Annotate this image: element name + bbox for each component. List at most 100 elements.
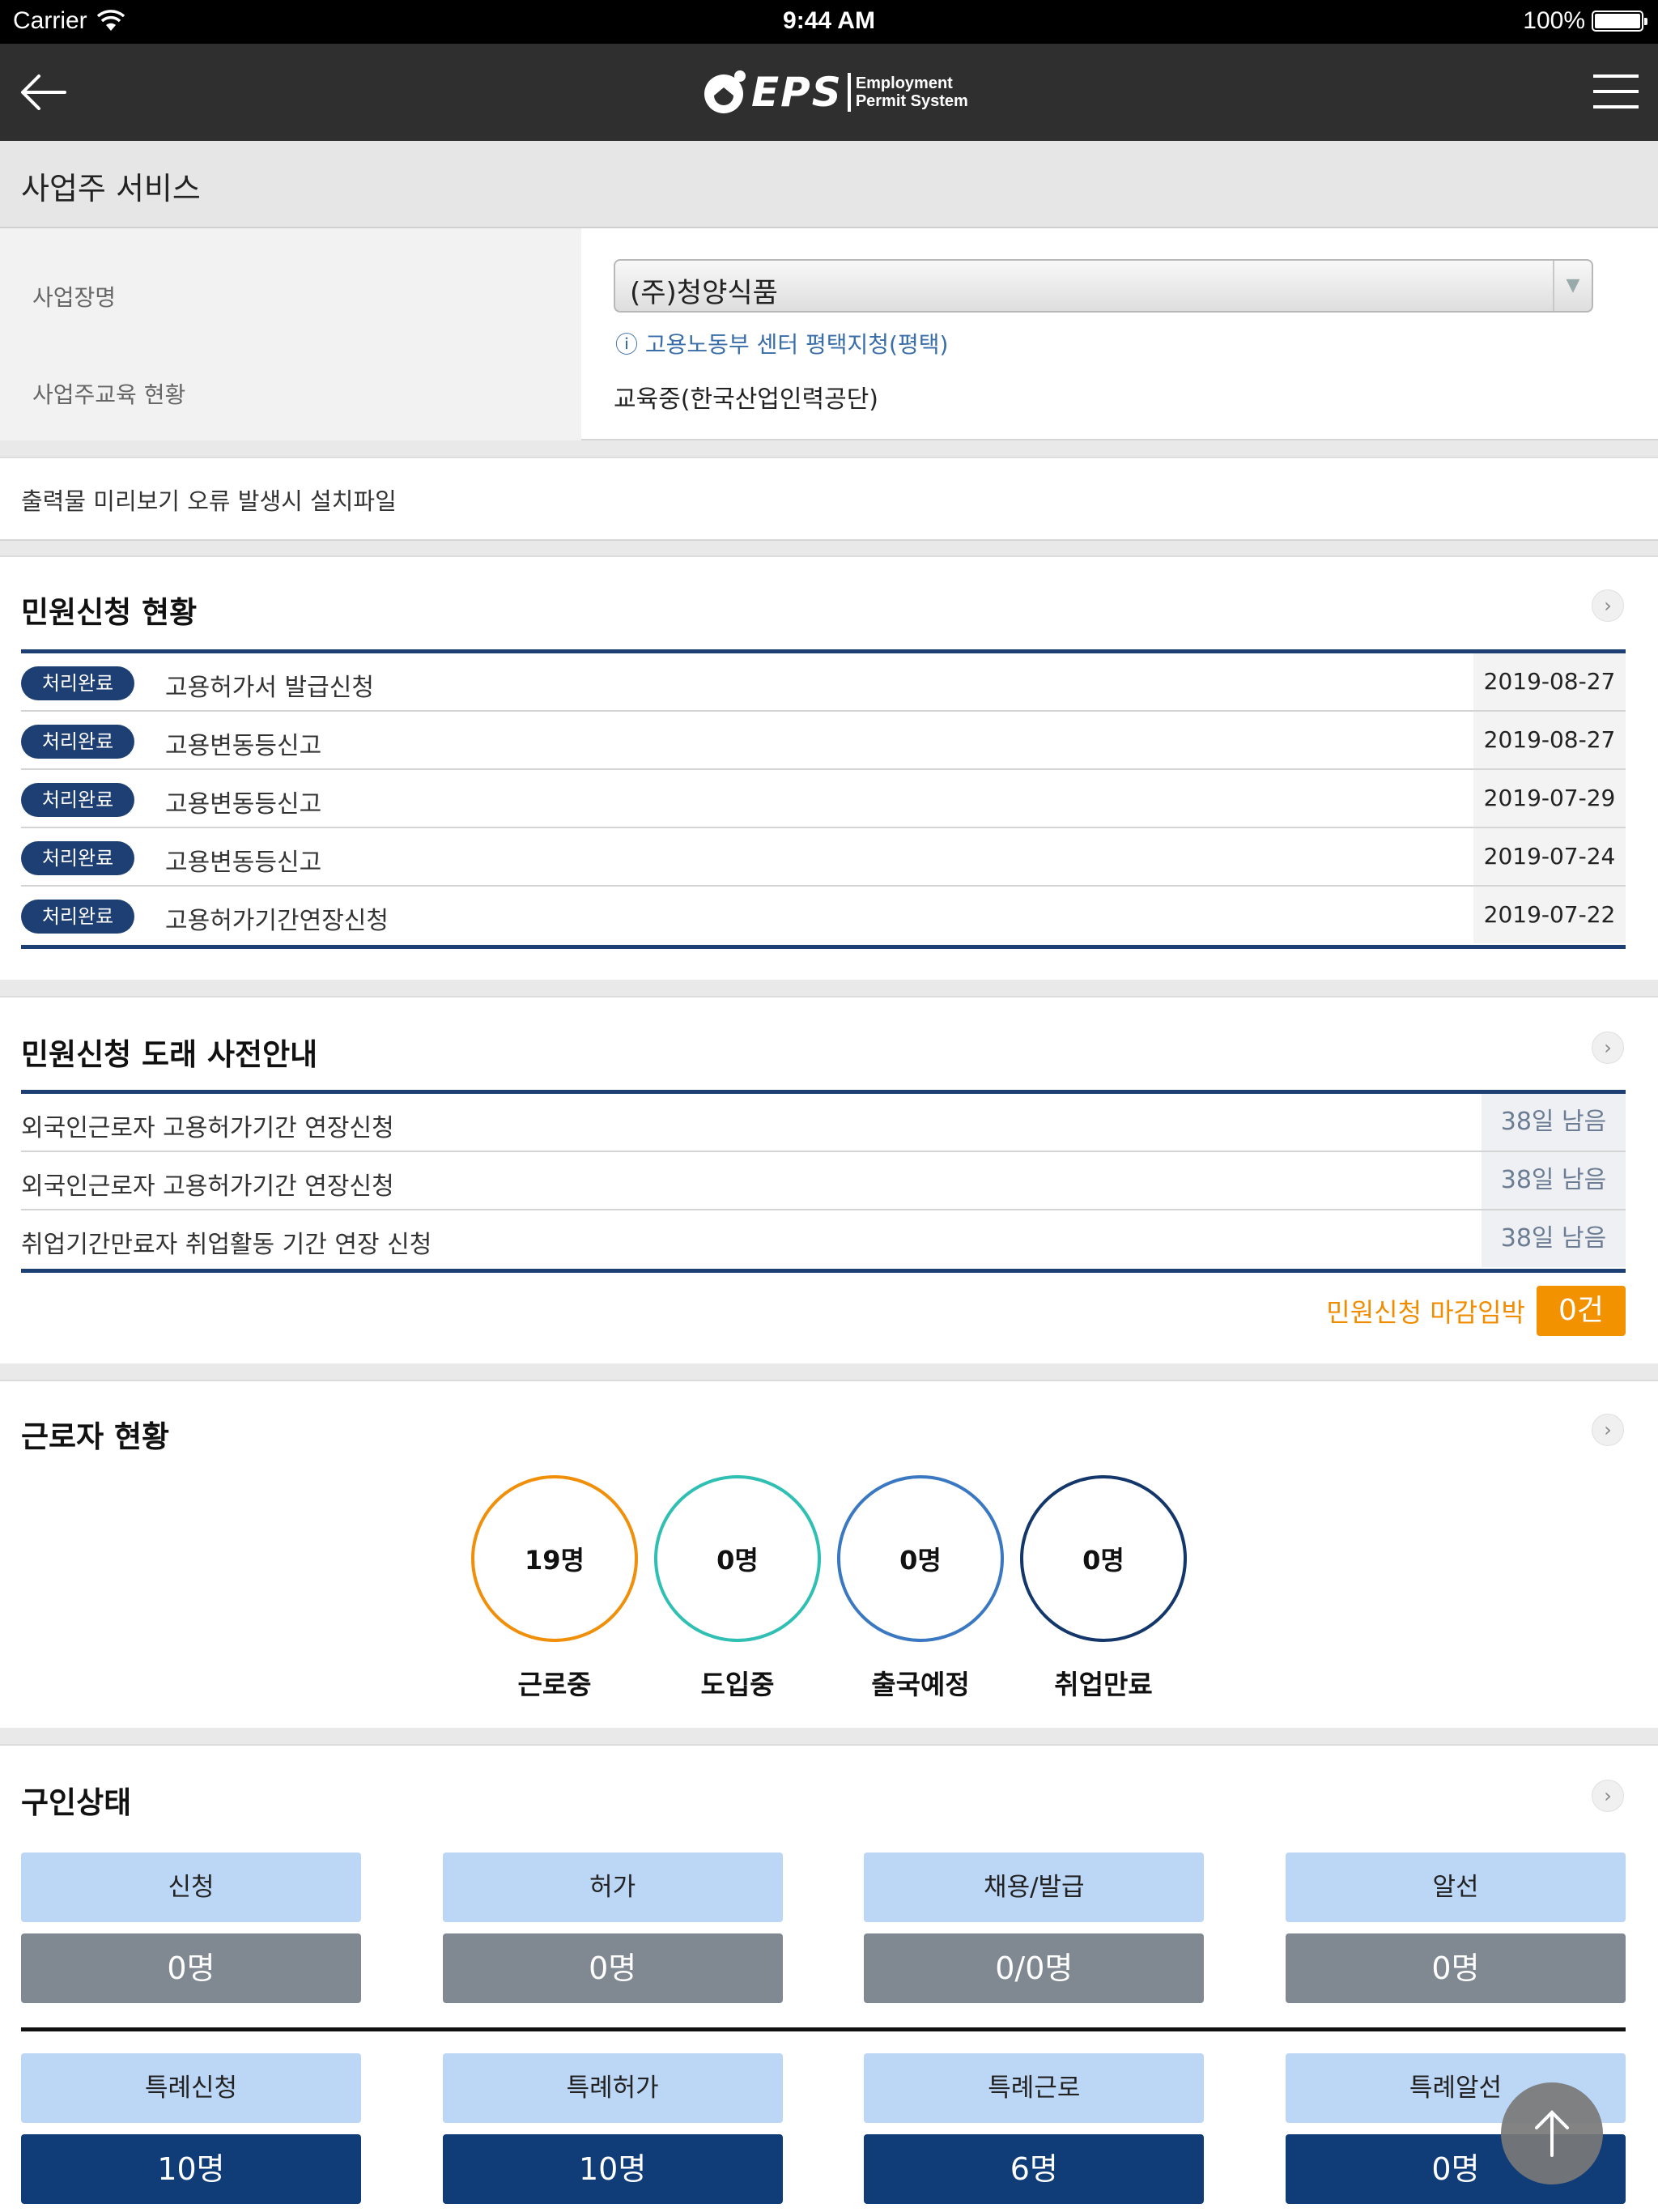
recruitment-value: 10명	[21, 2134, 361, 2204]
install-file-link[interactable]: 출력물 미리보기 오류 발생시 설치파일	[0, 457, 1658, 541]
section-gap	[0, 1728, 1658, 1744]
petition-date: 2019-07-22	[1473, 887, 1626, 943]
worker-count-circle: 19명	[471, 1475, 638, 1642]
recruitment-value: 0명	[21, 1933, 361, 2003]
list-item[interactable]: 처리완료 고용변동등신고 2019-08-27	[21, 712, 1626, 770]
logo-sub-line1: Employment	[855, 74, 953, 92]
menu-icon[interactable]	[1593, 74, 1639, 112]
recruitment-value: 10명	[442, 2134, 783, 2204]
business-select[interactable]: (주)청양식품 ▼	[614, 259, 1593, 313]
chevron-right-icon[interactable]: ›	[1592, 1780, 1624, 1812]
days-remaining: 38일 남음	[1482, 1210, 1626, 1267]
worker-stat[interactable]: 0명 출국예정	[829, 1475, 1012, 1702]
recruitment-label: 신청	[21, 1853, 361, 1922]
recruitment-row-special: 특례신청 10명 특례허가 10명 특례근로 6명 특례알선 0명	[21, 2053, 1626, 2204]
nav-bar: EPS Employment Permit System	[0, 44, 1658, 141]
logo-subtitle: Employment Permit System	[856, 74, 968, 110]
deadline-label: 민원신청 마감임박	[1326, 1297, 1525, 1328]
recruitment-value: 0/0명	[864, 1933, 1205, 2003]
petition-date: 2019-08-27	[1473, 712, 1626, 768]
business-info: 사업장명 사업주교육 현황 (주)청양식품 ▼ ⓘ 고용노동부 센터 평택지청(…	[0, 228, 1658, 440]
petition-status-section: 민원신청 현황 › 처리완료 고용허가서 발급신청 2019-08-27 처리완…	[0, 555, 1658, 980]
recruitment-cell[interactable]: 특례허가 10명	[442, 2053, 783, 2204]
recruitment-label: 알선	[1285, 1853, 1626, 1922]
battery-percent: 100%	[1523, 7, 1585, 34]
recruitment-cell[interactable]: 허가 0명	[442, 1853, 783, 2003]
list-item[interactable]: 처리완료 고용변동등신고 2019-07-24	[21, 828, 1626, 887]
recruitment-label: 특례신청	[21, 2053, 361, 2123]
worker-stat[interactable]: 0명 취업만료	[1012, 1475, 1195, 1702]
chevron-right-icon[interactable]: ›	[1592, 1414, 1624, 1446]
recruitment-cell[interactable]: 알선 0명	[1285, 1853, 1626, 2003]
business-name-label: 사업장명	[32, 284, 117, 311]
notice-title: 취업기간만료자 취업활동 기간 연장 신청	[21, 1231, 432, 1259]
recruitment-label: 채용/발급	[864, 1853, 1205, 1922]
page-title: 사업주 서비스	[21, 171, 201, 206]
recruitment-row-general: 신청 0명 허가 0명 채용/발급 0/0명 알선 0명	[21, 1853, 1626, 2003]
scroll-top-icon[interactable]	[1501, 2082, 1603, 2184]
grid-divider	[21, 2027, 1626, 2031]
petition-title: 고용변동등신고	[165, 849, 322, 877]
petition-title: 고용허가기간연장신청	[165, 907, 389, 935]
chevron-right-icon[interactable]: ›	[1592, 589, 1624, 622]
worker-status-title: 근로자 현황	[21, 1419, 170, 1454]
battery-icon	[1592, 11, 1647, 32]
status-badge: 처리완료	[21, 783, 134, 817]
recruitment-cell[interactable]: 특례근로 6명	[864, 2053, 1205, 2204]
list-item[interactable]: 외국인근로자 고용허가기간 연장신청 38일 남음	[21, 1094, 1626, 1152]
worker-stat[interactable]: 19명 근로중	[463, 1475, 646, 1702]
days-remaining: 38일 남음	[1482, 1094, 1626, 1151]
recruitment-label: 특례허가	[442, 2053, 783, 2123]
recruitment-title: 구인상태	[21, 1785, 132, 1820]
recruitment-label: 허가	[442, 1853, 783, 1922]
chevron-right-icon[interactable]: ›	[1592, 1032, 1624, 1064]
recruitment-cell[interactable]: 특례신청 10명	[21, 2053, 361, 2204]
worker-stat-label: 출국예정	[871, 1669, 970, 1700]
list-item[interactable]: 취업기간만료자 취업활동 기간 연장 신청 38일 남음	[21, 1210, 1626, 1269]
worker-count-circle: 0명	[1020, 1475, 1187, 1642]
worker-count-circle: 0명	[654, 1475, 821, 1642]
business-select-value: (주)청양식품	[630, 277, 778, 309]
status-badge: 처리완료	[21, 900, 134, 934]
petition-date: 2019-07-24	[1473, 828, 1626, 885]
worker-count-circle: 0명	[837, 1475, 1004, 1642]
recruitment-cell[interactable]: 채용/발급 0/0명	[864, 1853, 1205, 2003]
petition-notice-list: 외국인근로자 고용허가기간 연장신청 38일 남음 외국인근로자 고용허가기간 …	[21, 1090, 1626, 1273]
section-gap	[0, 1363, 1658, 1380]
eps-logo-mark-icon	[704, 70, 746, 113]
status-badge: 처리완료	[21, 841, 134, 875]
install-file-text: 출력물 미리보기 오류 발생시 설치파일	[21, 487, 397, 515]
list-item[interactable]: 외국인근로자 고용허가기간 연장신청 38일 남음	[21, 1152, 1626, 1210]
worker-stat-label: 도입중	[700, 1669, 775, 1700]
status-bar: Carrier 9:44 AM 100%	[0, 0, 1658, 44]
education-status-value: 교육중(한국산업인력공단)	[614, 385, 879, 414]
worker-stat[interactable]: 0명 도입중	[646, 1475, 829, 1702]
status-badge: 처리완료	[21, 666, 134, 700]
list-item[interactable]: 처리완료 고용변동등신고 2019-07-29	[21, 770, 1626, 828]
recruitment-cell[interactable]: 신청 0명	[21, 1853, 361, 2003]
business-labels: 사업장명 사업주교육 현황	[0, 228, 581, 440]
petition-status-list: 처리완료 고용허가서 발급신청 2019-08-27 처리완료 고용변동등신고 …	[21, 649, 1626, 949]
eps-logo: EPS Employment Permit System	[701, 62, 968, 123]
page-header: 사업주 서비스	[0, 141, 1658, 228]
petition-date: 2019-07-29	[1473, 770, 1626, 827]
petition-title: 고용변동등신고	[165, 732, 322, 760]
petition-title: 고용변동등신고	[165, 790, 322, 819]
days-remaining: 38일 남음	[1482, 1152, 1626, 1209]
petition-notice-title: 민원신청 도래 사전안내	[21, 1037, 318, 1072]
labor-office: ⓘ 고용노동부 센터 평택지청(평택)	[615, 331, 949, 358]
education-status-label: 사업주교육 현황	[32, 381, 186, 408]
back-arrow-icon[interactable]	[18, 70, 68, 115]
list-item[interactable]: 처리완료 고용허가기간연장신청 2019-07-22	[21, 887, 1626, 945]
recruitment-label: 특례근로	[864, 2053, 1205, 2123]
petition-date: 2019-08-27	[1473, 653, 1626, 710]
petition-status-title: 민원신청 현황	[21, 595, 198, 630]
section-gap	[0, 440, 1658, 457]
section-gap	[0, 980, 1658, 996]
list-item[interactable]: 처리완료 고용허가서 발급신청 2019-08-27	[21, 653, 1626, 712]
logo-sub-line2: Permit System	[855, 92, 968, 110]
notice-title: 외국인근로자 고용허가기간 연장신청	[21, 1114, 394, 1142]
recruitment-value: 0명	[442, 1933, 783, 2003]
petition-notice-section: 민원신청 도래 사전안내 › 외국인근로자 고용허가기간 연장신청 38일 남음…	[0, 996, 1658, 1363]
deadline-count-badge[interactable]: 0건	[1537, 1286, 1626, 1336]
